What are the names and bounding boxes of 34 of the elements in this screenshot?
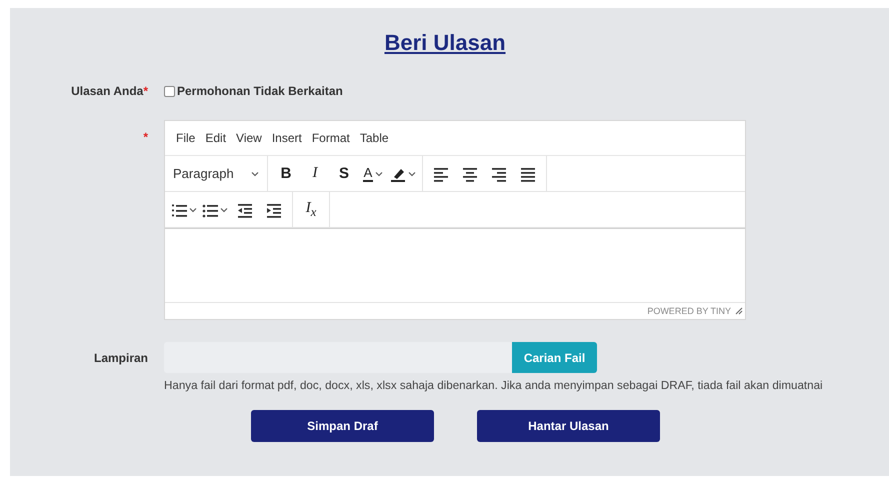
format-dropdown[interactable]: Paragraph xyxy=(169,166,263,181)
menu-item[interactable]: File xyxy=(171,131,200,145)
required-mark: * xyxy=(143,84,148,98)
align-left-icon[interactable] xyxy=(433,166,449,182)
justify-icon[interactable] xyxy=(520,166,536,182)
file-input-field[interactable] xyxy=(164,342,512,373)
clear-format-button[interactable]: I$_{x}$ xyxy=(297,196,325,224)
menu-item[interactable]: Table xyxy=(354,131,394,145)
align-right-icon[interactable] xyxy=(491,166,507,182)
bold-button[interactable]: B xyxy=(272,160,300,188)
strikethrough-button[interactable]: S xyxy=(330,160,358,188)
required-mark: * xyxy=(143,130,148,144)
page-title: Beri Ulasan xyxy=(384,30,506,56)
align-center-icon[interactable] xyxy=(462,166,478,182)
resize-handle-icon xyxy=(735,307,743,315)
menu-item[interactable]: Format xyxy=(306,131,355,145)
field-label: Lampiran xyxy=(94,350,148,364)
field-label: Ulasan Anda xyxy=(71,84,144,98)
outdent-icon[interactable] xyxy=(237,202,253,218)
branding-text[interactable]: POWERED BY TINY xyxy=(647,306,731,316)
menu-item[interactable]: View xyxy=(231,131,267,145)
numbered-list-icon[interactable] xyxy=(171,202,187,218)
chevron-icon xyxy=(251,170,259,176)
submit-button[interactable]: Hantar Ulasan xyxy=(477,410,660,442)
save-draft-button[interactable]: Simpan Draf xyxy=(251,410,434,442)
bullet-list-icon[interactable] xyxy=(202,202,218,218)
menu-item[interactable]: Insert xyxy=(266,131,307,145)
help-text: Hanya fail dari format pdf, doc, docx, xls, xlsx sahaja dibenarkan. Jika anda menyimpan sebagai DRAF, tiada fail akan dimuatnai xyxy=(164,379,824,392)
checkbox[interactable] xyxy=(164,86,175,96)
indent-icon[interactable] xyxy=(266,202,282,218)
checkbox-label[interactable]: Permohonan Tidak Berkaitan xyxy=(177,84,343,98)
menu-item[interactable]: Edit xyxy=(200,131,232,145)
italic-button[interactable]: I xyxy=(301,160,329,188)
text-color-button[interactable]: A xyxy=(359,160,387,188)
